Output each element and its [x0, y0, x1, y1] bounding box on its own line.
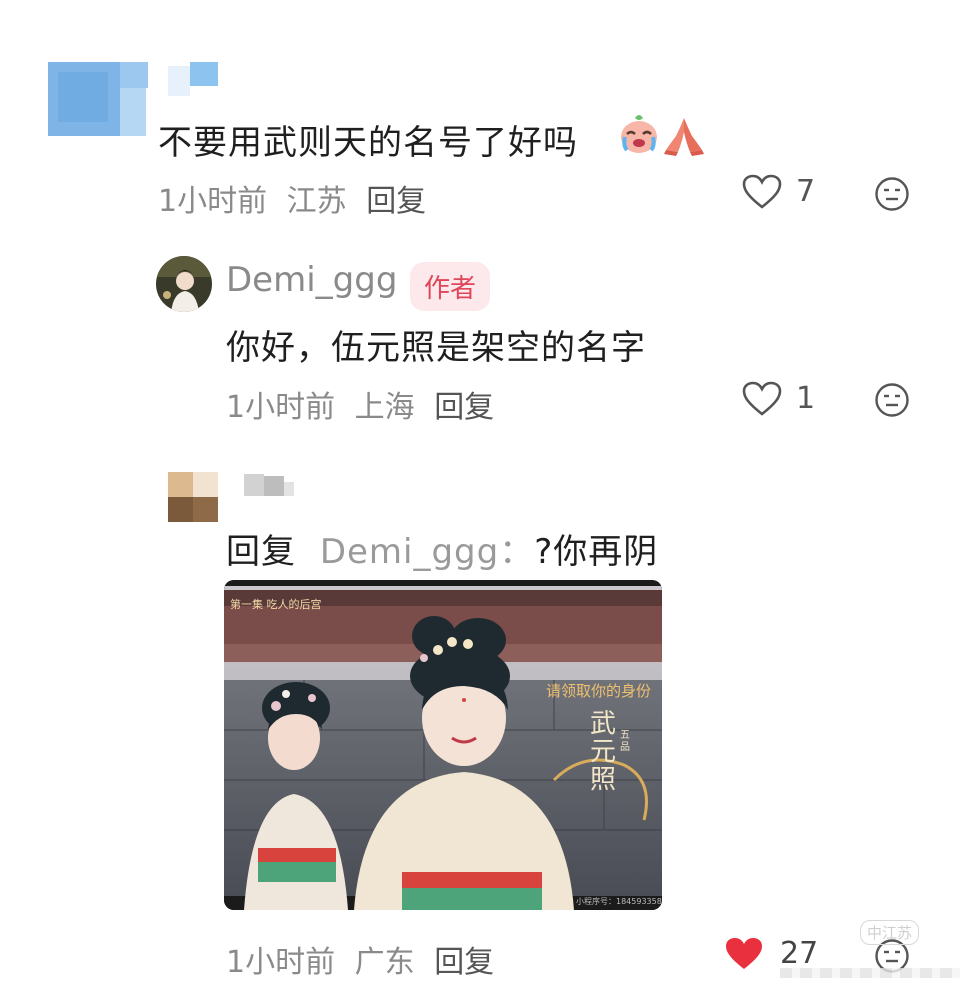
author-badge: 作者: [410, 262, 491, 311]
comment-text: 你好，伍元照是架空的名字: [226, 328, 646, 368]
reply-body: ?你再阴: [534, 532, 659, 572]
timestamp: 1小时前: [158, 184, 268, 219]
reply-button[interactable]: 回复: [366, 184, 426, 219]
comment-meta: 1小时前 江苏 回复: [158, 176, 426, 220]
praying-hands-emoji: [664, 118, 704, 156]
attached-image[interactable]: 第一集 吃人的后宫 请领取你的身份 武元照 五品 小程序号：184593358: [224, 580, 662, 910]
crying-face-emoji: [621, 115, 657, 153]
reply-button[interactable]: 回复: [434, 390, 494, 425]
comment-text: 回复 Demi_ggg：?你再阴: [226, 524, 658, 573]
heart-icon[interactable]: [742, 381, 782, 417]
like-count: 27: [780, 936, 819, 971]
image-name-vertical: 武元照: [590, 709, 617, 795]
username-blurred[interactable]: [244, 474, 304, 496]
location: 上海: [354, 390, 415, 425]
watermark: 中江苏: [860, 920, 920, 945]
timestamp: 1小时前: [226, 945, 336, 980]
heart-filled-icon[interactable]: [724, 936, 764, 972]
reply-button[interactable]: 回复: [434, 945, 494, 980]
watermark-bar: [780, 968, 960, 978]
dislike-face-icon[interactable]: [874, 382, 910, 418]
image-caption-banner: 请领取你的身份: [546, 682, 652, 700]
avatar[interactable]: [48, 62, 148, 136]
reply-target-username[interactable]: Demi_ggg：: [320, 532, 534, 572]
location: 广东: [354, 945, 415, 980]
image-caption-top: 第一集 吃人的后宫: [230, 598, 322, 611]
image-rank: 五品: [620, 730, 630, 753]
location: 江苏: [286, 184, 347, 219]
like-count: 7: [796, 174, 816, 209]
reply-prefix: 回复: [226, 532, 296, 572]
avatar[interactable]: [168, 472, 218, 522]
timestamp: 1小时前: [226, 390, 336, 425]
comment-meta: 1小时前 广东 回复: [226, 937, 494, 981]
image-id-line: 小程序号：184593358: [576, 897, 662, 906]
comment-text: 不要用武则天的名号了好吗: [158, 123, 578, 163]
dislike-face-icon[interactable]: [874, 176, 910, 212]
username-blurred[interactable]: [168, 62, 218, 96]
like-count: 1: [796, 381, 816, 416]
avatar[interactable]: [155, 255, 213, 313]
comment-meta: 1小时前 上海 回复: [226, 382, 494, 426]
author-username[interactable]: Demi_ggg: [226, 260, 397, 300]
heart-icon[interactable]: [742, 174, 782, 210]
